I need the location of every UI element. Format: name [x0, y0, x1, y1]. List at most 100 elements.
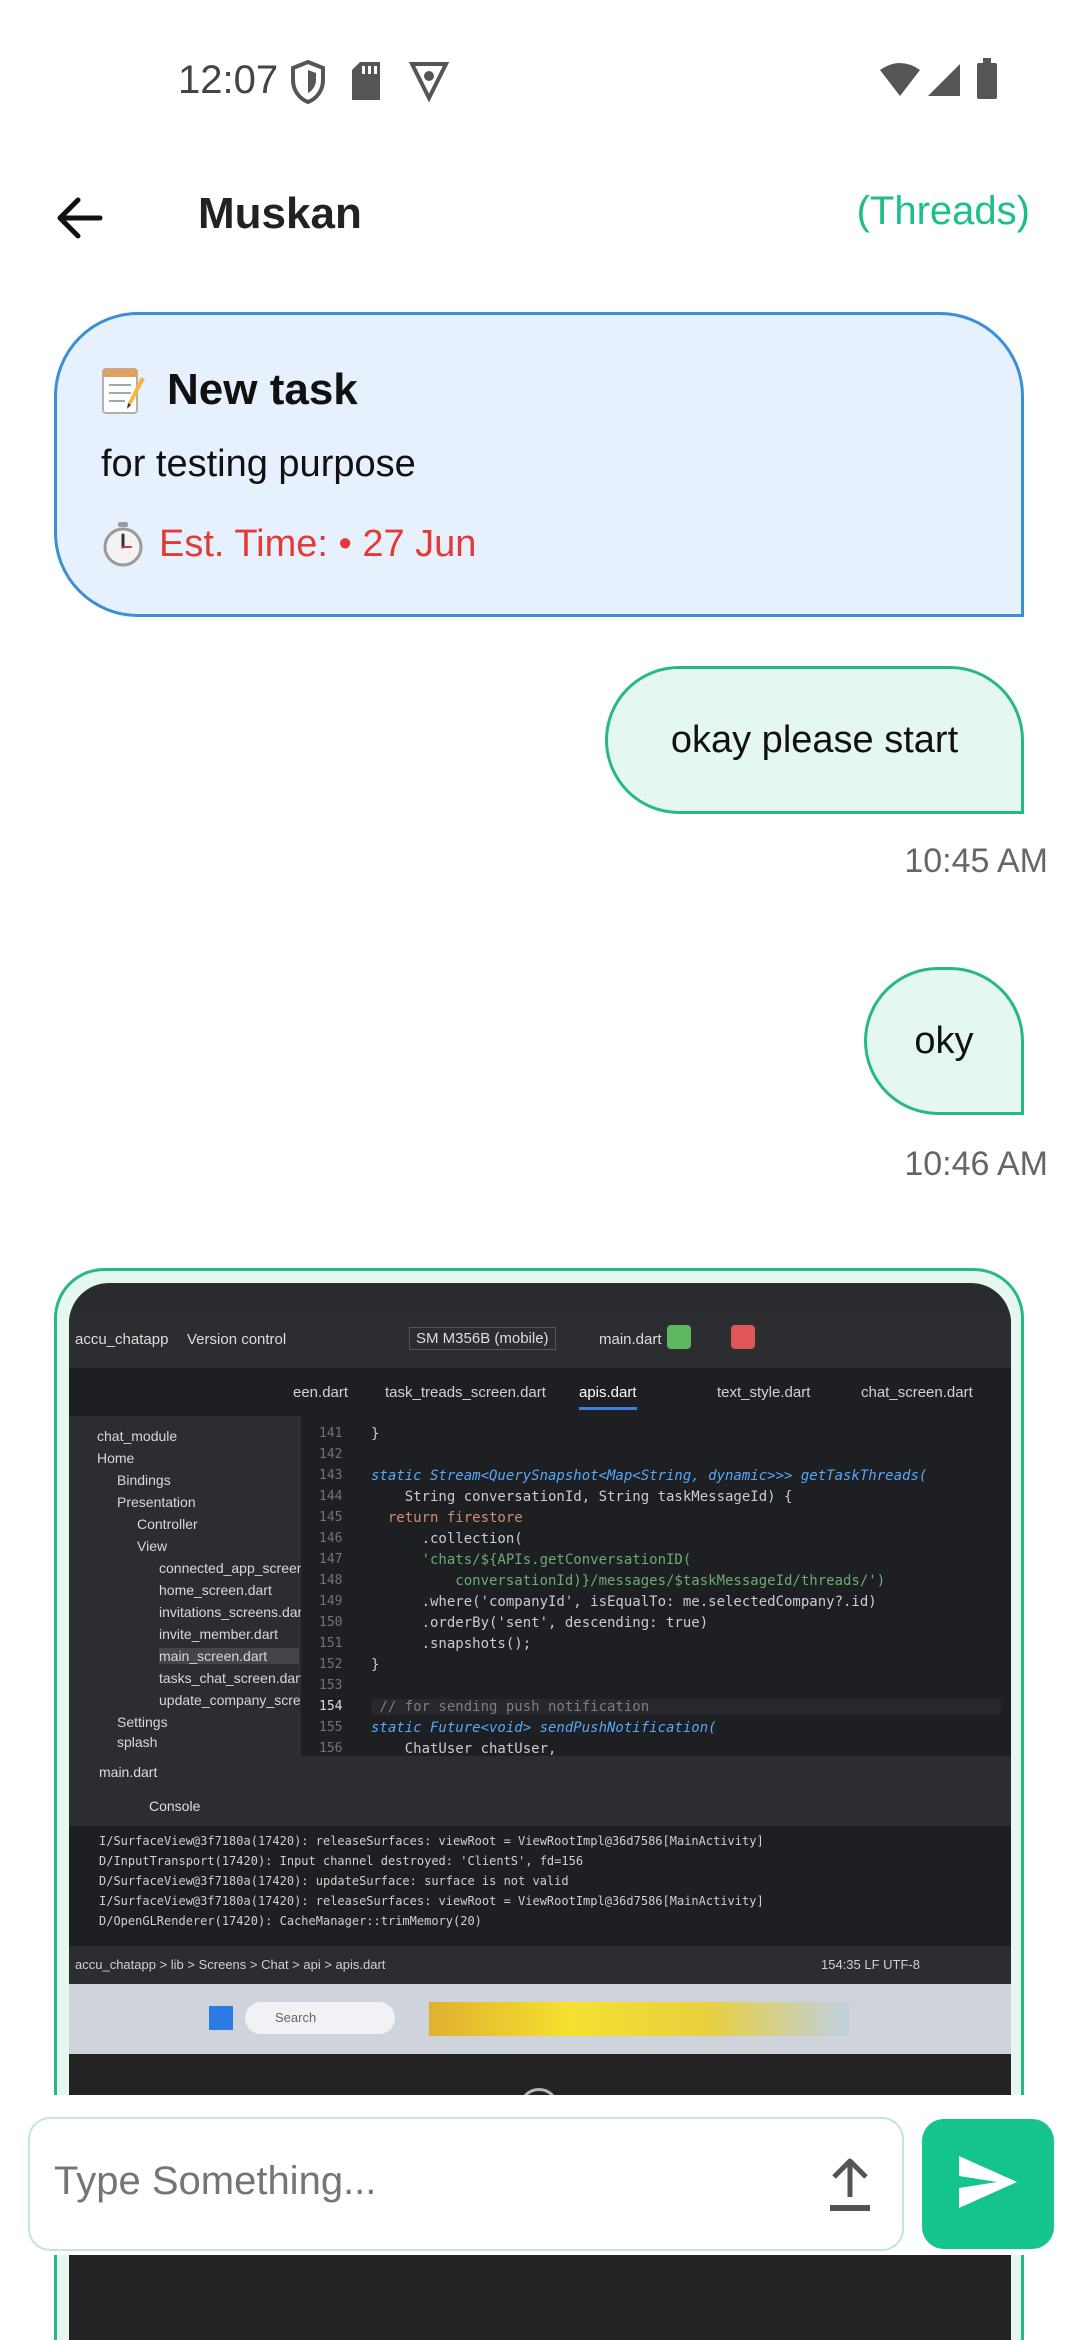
- tree-item: chat_module: [97, 1428, 178, 1444]
- ide-tab: apis.dart: [579, 1384, 637, 1410]
- ide-breadcrumb: accu_chatapp > lib > Screens > Chat > ap…: [69, 1946, 1011, 1984]
- message-text: okay please start: [670, 718, 959, 761]
- run-tab: main.dart: [99, 1764, 158, 1780]
- back-button[interactable]: [44, 185, 114, 255]
- code-line: .where('companyId', isEqualTo: me.select…: [371, 1594, 877, 1610]
- wifi-icon: [878, 62, 922, 103]
- line-number: 150: [319, 1615, 343, 1630]
- code-line: static Stream<QuerySnapshot<Map<String, …: [371, 1468, 928, 1484]
- console-line: I/SurfaceView@3f7180a(17420): releaseSur…: [99, 1894, 764, 1908]
- stop-icon: [731, 1325, 755, 1349]
- line-number: 156: [319, 1741, 343, 1756]
- code-line: return firestore: [371, 1510, 523, 1526]
- code-line: .orderBy('sent', descending: true): [371, 1615, 709, 1631]
- sd-card-icon: [350, 60, 382, 107]
- code-line: .collection(: [371, 1531, 523, 1547]
- line-number: 141: [319, 1426, 343, 1441]
- tree-item: Settings: [117, 1714, 168, 1730]
- code-line: .snapshots();: [371, 1636, 532, 1652]
- line-number: 146: [319, 1531, 343, 1546]
- threads-link[interactable]: (Threads): [857, 189, 1030, 234]
- arrow-back-icon: [54, 196, 104, 245]
- home-indicator[interactable]: [392, 2302, 688, 2312]
- message-bubble[interactable]: oky: [864, 967, 1024, 1115]
- tree-item: connected_app_screen: [159, 1560, 305, 1576]
- line-number: 153: [319, 1678, 343, 1693]
- editor-status: 154:35 LF UTF-8: [821, 1957, 920, 1972]
- line-number: 142: [319, 1447, 343, 1462]
- status-bar: 12:07: [0, 0, 1080, 160]
- ide-line-numbers: 141 142 143 144 145 146 147 148 149 150 …: [301, 1416, 363, 1756]
- vpn-icon: [408, 60, 450, 107]
- line-number: 149: [319, 1594, 343, 1609]
- ide-project-tree: chat_module Home Bindings Presentation C…: [69, 1416, 308, 1756]
- battery-icon: [976, 58, 998, 105]
- task-estimate: Est. Time: • 27 Jun: [159, 522, 477, 565]
- line-number: 148: [319, 1573, 343, 1588]
- code-line: // for sending push notification: [371, 1699, 1001, 1715]
- task-title: New task: [167, 365, 358, 414]
- chat-title: Muskan: [198, 189, 362, 238]
- send-button[interactable]: [922, 2119, 1054, 2249]
- taskbar-search: Search: [245, 2002, 395, 2034]
- ide-console: I/SurfaceView@3f7180a(17420): releaseSur…: [69, 1826, 1011, 1946]
- shield-icon: [290, 59, 326, 109]
- tree-item: update_company_scree: [159, 1692, 309, 1708]
- code-line: conversationId)}/messages/$taskMessageId…: [371, 1573, 886, 1589]
- ide-tab: task_treads_screen.dart: [385, 1384, 546, 1401]
- line-number: 155: [319, 1720, 343, 1735]
- tree-item: Bindings: [117, 1472, 171, 1488]
- upload-icon[interactable]: [820, 2153, 880, 2219]
- line-number: 154: [319, 1699, 343, 1714]
- ide-tabs: een.dart task_treads_screen.dart apis.da…: [69, 1368, 1011, 1416]
- tree-item: Controller: [137, 1516, 198, 1532]
- tree-item: View: [137, 1538, 168, 1554]
- line-number: 152: [319, 1657, 343, 1672]
- console-line: D/OpenGLRenderer(17420): CacheManager::t…: [99, 1914, 482, 1928]
- line-number: 145: [319, 1510, 343, 1525]
- code-line: ChatUser chatUser,: [371, 1741, 557, 1757]
- signal-icon: [926, 62, 962, 103]
- ide-run-config: main.dart: [599, 1331, 662, 1348]
- line-number: 143: [319, 1468, 343, 1483]
- tree-item: Home: [97, 1450, 135, 1466]
- ide-toolbar: accu_chatapp Version control SM M356B (m…: [69, 1313, 1011, 1368]
- app-header: Muskan (Threads): [0, 165, 1080, 275]
- windows-start-icon: [209, 2006, 233, 2030]
- message-text: oky: [914, 1019, 974, 1062]
- code-line: }: [371, 1426, 380, 1442]
- send-icon: [957, 2154, 1019, 2215]
- tree-item: invite_member.dart: [159, 1626, 279, 1642]
- task-estimate-row: Est. Time: • 27 Jun: [101, 521, 476, 567]
- tree-item: Presentation: [117, 1494, 196, 1510]
- line-number: 151: [319, 1636, 343, 1651]
- message-input-container[interactable]: [28, 2117, 904, 2251]
- code-line: static Future<void> sendPushNotification…: [371, 1720, 717, 1736]
- run-icon: [667, 1325, 691, 1349]
- ide-tab: text_style.dart: [717, 1384, 811, 1401]
- message-composer: [0, 2095, 1080, 2255]
- memo-icon: [101, 365, 147, 415]
- ide-tab: chat_screen.dart: [861, 1384, 973, 1401]
- breadcrumb-path: accu_chatapp > lib > Screens > Chat > ap…: [75, 1957, 386, 1972]
- task-description: for testing purpose: [101, 443, 416, 485]
- stopwatch-icon: [101, 521, 145, 567]
- tree-item: invitations_screens.dart: [159, 1604, 307, 1620]
- message-time: 10:46 AM: [904, 1145, 1048, 1183]
- ide-vcs: Version control: [187, 1331, 287, 1348]
- message-time: 10:45 AM: [904, 842, 1048, 880]
- ide-tab: een.dart: [293, 1384, 349, 1401]
- line-number: 144: [319, 1489, 343, 1504]
- console-line: D/SurfaceView@3f7180a(17420): updateSurf…: [99, 1874, 569, 1888]
- message-bubble[interactable]: okay please start: [605, 666, 1024, 814]
- ide-run-panel-header: main.dart Console: [69, 1756, 1011, 1826]
- ide-code-editor: } static Stream<QuerySnapshot<Map<String…: [363, 1416, 1011, 1757]
- code-line: String conversationId, String taskMessag…: [371, 1489, 793, 1505]
- ide-device: SM M356B (mobile): [409, 1327, 556, 1350]
- tree-item: main_screen.dart: [159, 1648, 299, 1664]
- message-input[interactable]: [54, 2159, 814, 2204]
- line-number: 147: [319, 1552, 343, 1567]
- task-card[interactable]: New task for testing purpose Est. Time: …: [54, 312, 1024, 617]
- tree-item: tasks_chat_screen.dart: [159, 1670, 304, 1686]
- status-time: 12:07: [178, 58, 279, 102]
